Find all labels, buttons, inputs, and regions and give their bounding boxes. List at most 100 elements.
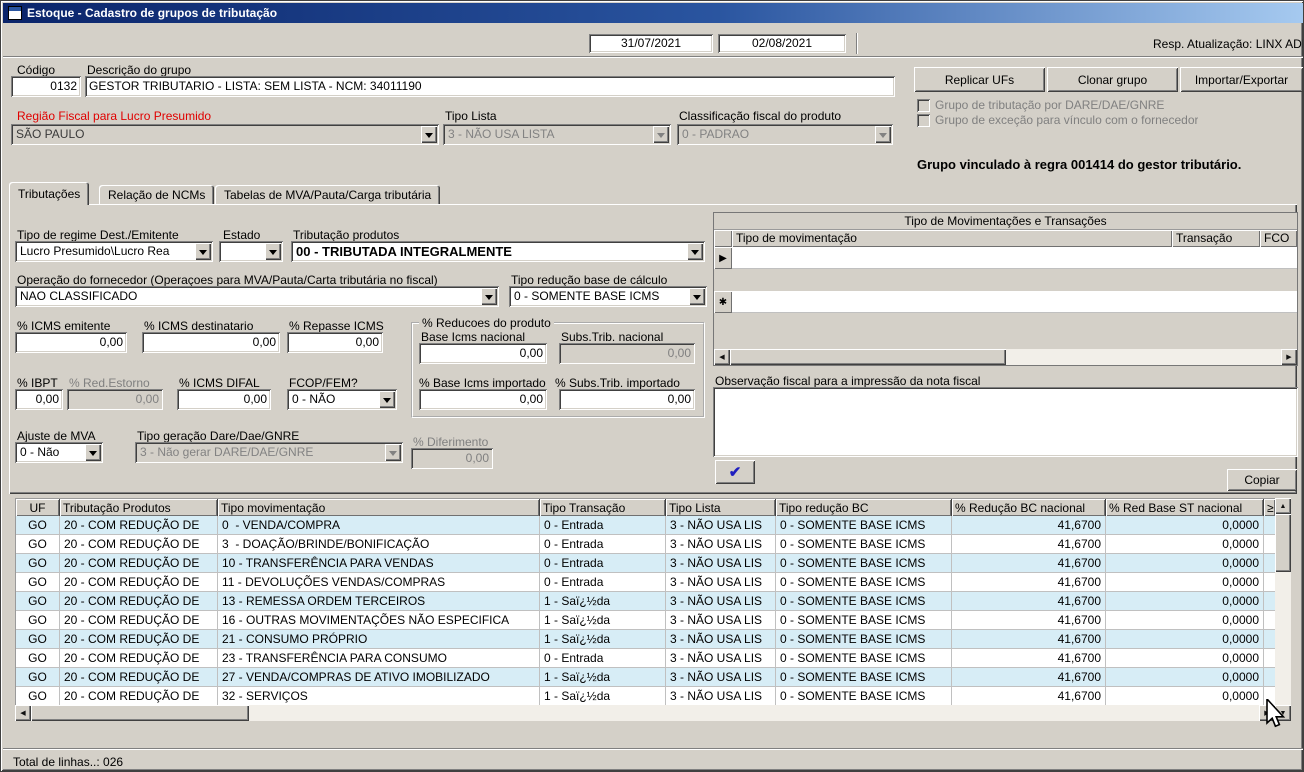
grid-cell[interactable]: 20 - COM REDUÇÃO DE: [60, 630, 218, 649]
grid-row[interactable]: GO20 - COM REDUÇÃO DE21 - CONSUMO PRÓPRI…: [16, 630, 1276, 649]
grid-row[interactable]: GO20 - COM REDUÇÃO DE23 - TRANSFERÊNCIA …: [16, 649, 1276, 668]
grid-column-header[interactable]: Tipo redução BC: [776, 499, 952, 516]
grid-cell[interactable]: 3 - DOAÇÃO/BRINDE/BONIFICAÇÃO: [218, 535, 540, 554]
grid-row[interactable]: GO20 - COM REDUÇÃO DE27 - VENDA/COMPRAS …: [16, 668, 1276, 687]
mov-col-transacao[interactable]: Transação: [1172, 230, 1260, 247]
scroll-left-button[interactable]: ◀: [714, 349, 730, 365]
grid-horizontal-scrollbar[interactable]: ◀ ▶: [15, 705, 1275, 721]
grid-cell[interactable]: GO: [16, 630, 60, 649]
dropdown-arrow-icon[interactable]: [689, 288, 705, 305]
checkbox-grupo-dare[interactable]: Grupo de tributação por DARE/DAE/GNRE: [917, 98, 1164, 112]
grid-cell[interactable]: 0,0000: [1106, 668, 1264, 687]
tab-relacao-ncms[interactable]: Relação de NCMs: [99, 185, 214, 205]
grid-row[interactable]: GO20 - COM REDUÇÃO DE3 - DOAÇÃO/BRINDE/B…: [16, 535, 1276, 554]
scrollbar-thumb[interactable]: [730, 349, 1006, 365]
base-icms-nacional-input[interactable]: 0,00: [419, 343, 547, 364]
grid-cell[interactable]: 0 - SOMENTE BASE ICMS: [776, 687, 952, 706]
grid-cell[interactable]: GO: [16, 573, 60, 592]
grid-cell[interactable]: 1 - Saï¿½da: [540, 668, 666, 687]
grid-cell[interactable]: 0,0000: [1106, 630, 1264, 649]
grid-cell[interactable]: 0,0000: [1106, 573, 1264, 592]
grid-column-header[interactable]: Tributação Produtos: [60, 499, 218, 516]
mov-col-movimentacao[interactable]: Tipo de movimentação: [732, 230, 1172, 247]
grid-cell[interactable]: 0,0000: [1106, 554, 1264, 573]
base-icms-importado-input[interactable]: 0,00: [419, 389, 547, 410]
mov-append-row[interactable]: [732, 291, 1297, 313]
grid-cell[interactable]: 41,6700: [952, 611, 1106, 630]
grid-cell[interactable]: 41,6700: [952, 516, 1106, 535]
scroll-up-button[interactable]: ▲: [1275, 498, 1291, 514]
grid-cell[interactable]: 0 - SOMENTE BASE ICMS: [776, 630, 952, 649]
grid-vertical-scrollbar[interactable]: ▲ ▼: [1275, 498, 1291, 721]
grid-cell[interactable]: 20 - COM REDUÇÃO DE: [60, 535, 218, 554]
codigo-input[interactable]: 0132: [11, 76, 81, 97]
dropdown-arrow-icon[interactable]: [687, 243, 703, 260]
grid-cell[interactable]: 20 - COM REDUÇÃO DE: [60, 611, 218, 630]
dropdown-arrow-icon[interactable]: [85, 444, 101, 461]
grid-cell[interactable]: 3 - NÃO USA LIS: [666, 516, 776, 535]
grid-cell[interactable]: 0 - SOMENTE BASE ICMS: [776, 535, 952, 554]
grid-cell[interactable]: 20 - COM REDUÇÃO DE: [60, 573, 218, 592]
grid-cell[interactable]: 0,0000: [1106, 592, 1264, 611]
grid-cell[interactable]: 0 - Entrada: [540, 649, 666, 668]
scroll-right-button[interactable]: ▶: [1281, 349, 1297, 365]
grid-cell[interactable]: 0 - Entrada: [540, 535, 666, 554]
grid-cell[interactable]: 3 - NÃO USA LIS: [666, 573, 776, 592]
grid-cell[interactable]: 1 - Saï¿½da: [540, 630, 666, 649]
regime-select[interactable]: Lucro Presumido\Lucro Rea: [15, 241, 213, 262]
grid-cell[interactable]: 20 - COM REDUÇÃO DE: [60, 516, 218, 535]
grid-cell[interactable]: 41,6700: [952, 668, 1106, 687]
tab-tabelas-mva[interactable]: Tabelas de MVA/Pauta/Carga tributária: [215, 185, 440, 205]
grid-cell[interactable]: 41,6700: [952, 554, 1106, 573]
dropdown-arrow-icon[interactable]: [195, 243, 211, 260]
grid-column-header[interactable]: % Red Base ST nacional: [1106, 499, 1264, 516]
grid-cell[interactable]: GO: [16, 649, 60, 668]
grid-cell[interactable]: 13 - REMESSA ORDEM TERCEIROS: [218, 592, 540, 611]
grid-cell[interactable]: 10 - TRANSFERÊNCIA PARA VENDAS: [218, 554, 540, 573]
grid-cell[interactable]: GO: [16, 554, 60, 573]
grid-cell[interactable]: 11 - DEVOLUÇÕES VENDAS/COMPRAS: [218, 573, 540, 592]
grid-cell[interactable]: GO: [16, 668, 60, 687]
subs-trib-importado-input[interactable]: 0,00: [559, 389, 695, 410]
scrollbar-thumb[interactable]: [1275, 514, 1291, 572]
ajuste-mva-select[interactable]: 0 - Não: [15, 442, 103, 463]
grid-cell[interactable]: 3 - NÃO USA LIS: [666, 554, 776, 573]
grid-cell[interactable]: 0,0000: [1106, 535, 1264, 554]
grid-cell[interactable]: 41,6700: [952, 630, 1106, 649]
grid-cell[interactable]: 0 - SOMENTE BASE ICMS: [776, 554, 952, 573]
grid-cell[interactable]: 20 - COM REDUÇÃO DE: [60, 592, 218, 611]
grid-cell[interactable]: 0,0000: [1106, 649, 1264, 668]
copiar-button[interactable]: Copiar: [1227, 469, 1297, 491]
grid-cell[interactable]: 32 - SERVIÇOS: [218, 687, 540, 706]
grid-cell[interactable]: 0 - SOMENTE BASE ICMS: [776, 516, 952, 535]
grid-row[interactable]: GO20 - COM REDUÇÃO DE11 - DEVOLUÇÕES VEN…: [16, 573, 1276, 592]
grid-cell[interactable]: 41,6700: [952, 592, 1106, 611]
grid-cell[interactable]: GO: [16, 592, 60, 611]
grid-cell[interactable]: 41,6700: [952, 649, 1106, 668]
repasse-icms-input[interactable]: 0,00: [287, 332, 383, 353]
regiao-fiscal-select[interactable]: SÃO PAULO: [11, 124, 439, 145]
ibpt-input[interactable]: 0,00: [15, 389, 63, 410]
grid-cell[interactable]: GO: [16, 687, 60, 706]
grid-cell[interactable]: 3 - NÃO USA LIS: [666, 611, 776, 630]
grid-cell[interactable]: 0 - SOMENTE BASE ICMS: [776, 611, 952, 630]
grid-cell[interactable]: 1 - Saï¿½da: [540, 611, 666, 630]
grid-cell[interactable]: 41,6700: [952, 535, 1106, 554]
grid-cell[interactable]: 1 - Saï¿½da: [540, 592, 666, 611]
grid-cell[interactable]: 3 - NÃO USA LIS: [666, 630, 776, 649]
grid-cell[interactable]: 20 - COM REDUÇÃO DE: [60, 668, 218, 687]
grid-cell[interactable]: 16 - OUTRAS MOVIMENTAÇÕES NÃO ESPECIFICA: [218, 611, 540, 630]
grid-cell[interactable]: 0 - SOMENTE BASE ICMS: [776, 668, 952, 687]
grid-cell[interactable]: 0,0000: [1106, 611, 1264, 630]
grid-cell[interactable]: 20 - COM REDUÇÃO DE: [60, 554, 218, 573]
grid-cell[interactable]: 3 - NÃO USA LIS: [666, 687, 776, 706]
grid-cell[interactable]: 21 - CONSUMO PRÓPRIO: [218, 630, 540, 649]
grid-column-header[interactable]: UF: [16, 499, 60, 516]
tributacao-produtos-select[interactable]: 00 - TRIBUTADA INTEGRALMENTE: [291, 241, 705, 262]
grid-cell[interactable]: 0 - VENDA/COMPRA: [218, 516, 540, 535]
grid-cell[interactable]: 0 - Entrada: [540, 573, 666, 592]
estado-select[interactable]: [219, 241, 283, 262]
checkbox-grupo-excecao[interactable]: Grupo de exceção para vínculo com o forn…: [917, 113, 1198, 127]
grid-cell[interactable]: 20 - COM REDUÇÃO DE: [60, 649, 218, 668]
grid-cell[interactable]: 20 - COM REDUÇÃO DE: [60, 687, 218, 706]
